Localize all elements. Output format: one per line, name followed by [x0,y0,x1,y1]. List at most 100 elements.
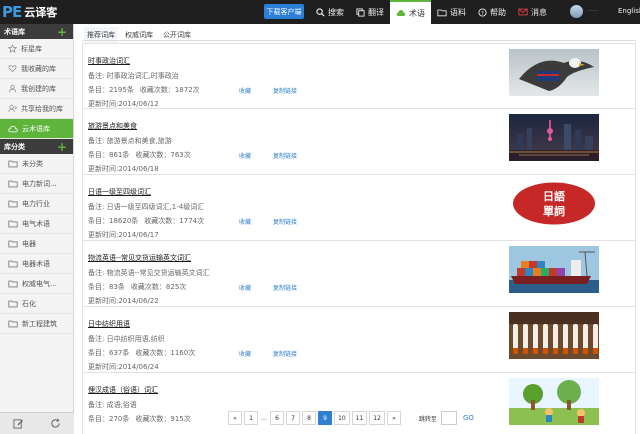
avatar[interactable] [570,5,583,18]
page-7[interactable]: 7 [286,411,300,425]
library-note: 备注: 时事政治词汇,时事政治 [88,72,179,80]
library-title[interactable]: 日语一级至四级词汇 [88,187,151,197]
library-stats: 条目：861条 收藏次数：763次 [88,150,191,160]
sidebar-category-item[interactable]: 电力新词... [0,174,73,194]
favorite-link[interactable]: 收藏 [239,151,251,160]
update-time: 更新时间:2014/06/12 [88,100,159,108]
library-note: 备注: 旅游景点和美食,旅游 [88,137,172,145]
sidebar-item-shared[interactable]: 共享给我的库 [0,99,73,119]
sidebar-item-label: 云术语库 [22,124,50,133]
library-stats: 条目：637条 收藏次数：1160次 [88,348,195,358]
library-thumbnail-japanese[interactable]: 日語 單詞 [509,180,599,227]
library-title[interactable]: 物流英语--常见交货运输英文词汇 [88,253,191,263]
sidebar-category-item[interactable]: 电器术语 [0,254,73,274]
refresh-icon[interactable] [50,418,61,429]
logo[interactable]: PE 云译客 [0,0,57,24]
copy-link[interactable]: 复制链接 [273,86,297,95]
nav-search[interactable]: 搜索 [310,0,350,24]
sidebar-item-starred[interactable]: 标星库 [0,39,73,59]
user-menu[interactable]: ······ [570,5,598,18]
library-stats: 条目：270条 收藏次数：915次 [88,414,191,424]
sidebar-item-label: 我收藏的库 [21,64,56,73]
category-label: 未分类 [22,159,43,168]
favorite-count: 收藏次数：915次 [135,415,191,423]
goto-label: 跳转至 [418,415,437,423]
library-stats: 条目：18620条 收藏次数：1774次 [88,216,204,226]
sidebar-category-item[interactable]: 未分类 [0,154,73,174]
username[interactable]: ······ [587,8,598,15]
page-12[interactable]: 12 [369,411,385,425]
sidebar-item-favorites[interactable]: 我收藏的库 [0,59,73,79]
tabs-divider [82,40,636,41]
favorite-count: 收藏次数：763次 [135,151,191,159]
update-time: 更新时间:2014/06/22 [88,297,159,305]
user-icon [8,84,17,93]
edit-icon[interactable] [13,418,24,429]
sidebar-category-item[interactable]: 电气术语 [0,214,73,234]
goto-page-input[interactable] [440,411,457,425]
library-thumbnail-eagle[interactable] [509,49,599,96]
nav-translate[interactable]: 翻译 [350,0,390,24]
sidebar-category-item[interactable]: 权威电气... [0,274,73,294]
page-1[interactable]: 1 [244,411,258,425]
library-list: 时事政治词汇 备注: 时事政治词汇,时事政治 条目：2195条 收藏次数：1872… [82,43,636,434]
folder-icon [8,260,18,267]
library-card: 旅游景点和美食 备注: 旅游景点和美食,旅游 条目：861条 收藏次数：763次 … [82,109,636,175]
page-9[interactable]: 9 [318,411,332,425]
folder-icon [437,9,447,16]
category-label: 电器术语 [22,259,50,268]
category-label: 新工程建筑 [22,319,57,328]
download-client-button[interactable]: 下载客户端 [264,4,304,19]
sidebar-category-item[interactable]: 石化 [0,294,73,314]
category-label: 电气术语 [22,219,50,228]
nav-term[interactable]: 术语 [390,0,431,24]
nav-message[interactable]: 消息 [512,0,553,24]
library-title[interactable]: 时事政治词汇 [88,56,130,66]
favorite-link[interactable]: 收藏 [239,217,251,226]
nav-help[interactable]: ? 帮助 [472,0,512,24]
copy-link[interactable]: 复制链接 [273,283,297,292]
nav-message-label: 消息 [531,7,547,17]
entry-count: 条目：861条 [88,151,130,159]
copy-link[interactable]: 复制链接 [273,151,297,160]
sidebar-category-item[interactable]: 新工程建筑 [0,314,73,334]
sidebar-category-item[interactable]: 电器 [0,234,73,254]
folder-icon [8,220,18,227]
favorite-link[interactable]: 收藏 [239,86,251,95]
page-6[interactable]: 6 [270,411,284,425]
favorite-link[interactable]: 收藏 [239,349,251,358]
language-switch[interactable]: English [618,7,640,15]
library-thumbnail-textile[interactable] [509,312,599,359]
favorite-count: 收藏次数：1160次 [135,349,196,357]
copy-link[interactable]: 复制链接 [273,349,297,358]
page-8[interactable]: 8 [302,411,316,425]
library-thumbnail-cartoon[interactable] [509,378,599,425]
page-next[interactable]: » [386,411,401,425]
library-title[interactable]: 日中纺织用语 [88,319,130,329]
go-button[interactable]: GO [463,414,474,422]
page-10[interactable]: 10 [334,411,350,425]
sidebar-item-label: 我创建的库 [21,84,56,93]
nav-corpus[interactable]: 语料 [431,0,472,24]
library-thumbnail-city[interactable] [509,114,599,161]
sidebar-category-item[interactable]: 电力行业 [0,194,73,214]
favorite-link[interactable]: 收藏 [239,283,251,292]
sidebar-item-cloud[interactable]: 云术语库 [0,119,73,139]
page-prev[interactable]: « [228,411,242,425]
update-time: 更新时间:2014/06/18 [88,165,159,173]
add-term-library-icon[interactable]: + [57,26,67,38]
category-label: 电器 [22,239,36,248]
library-card: 时事政治词汇 备注: 时事政治词汇,时事政治 条目：2195条 收藏次数：1872… [82,43,636,109]
library-note: 备注: 物流英语--常见交货运输英文词汇 [88,269,210,277]
page-11[interactable]: 11 [351,411,368,425]
favorite-count: 收藏次数：1774次 [144,217,205,225]
sidebar-item-created[interactable]: 我创建的库 [0,79,73,99]
library-title[interactable]: 俚汉成语（俗语）词汇 [88,385,158,395]
add-category-icon[interactable]: + [57,141,67,153]
pagination: « 1 ... 6 7 8 9 10 11 12 » 跳转至 GO [228,410,474,426]
copy-link[interactable]: 复制链接 [273,217,297,226]
update-time: 更新时间:2014/06/17 [88,231,159,239]
library-thumbnail-ship[interactable] [509,246,599,293]
nav-term-label: 术语 [409,8,425,18]
library-title[interactable]: 旅游景点和美食 [88,121,137,131]
